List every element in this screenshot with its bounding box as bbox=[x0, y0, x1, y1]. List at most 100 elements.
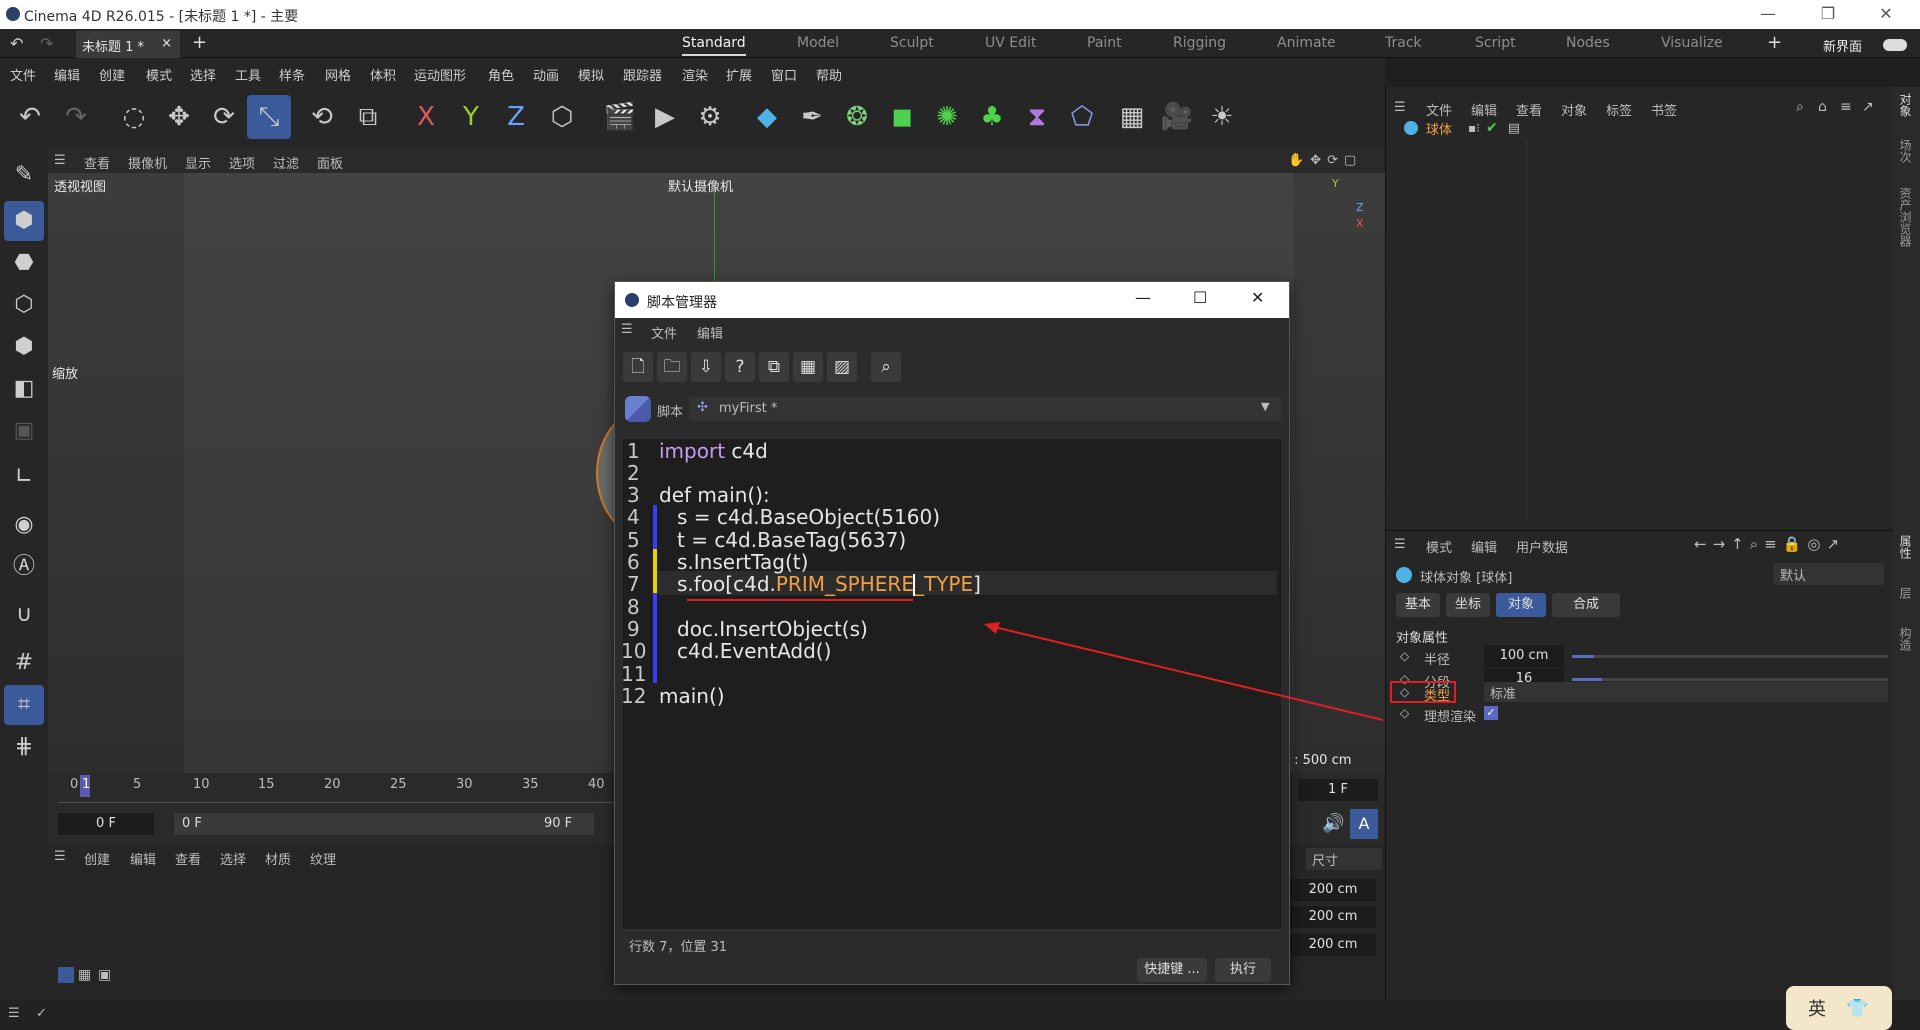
image-icon[interactable]: ▨ bbox=[827, 352, 857, 382]
enabled-check-icon[interactable]: ✔ bbox=[1486, 120, 1498, 136]
grid-view-icon[interactable]: ▦ bbox=[78, 967, 91, 983]
extrude-icon[interactable]: ◼ bbox=[880, 95, 924, 139]
coordinate-system-icon[interactable]: ⬡ bbox=[540, 95, 584, 139]
polygons-mode-icon[interactable]: ◧ bbox=[4, 369, 44, 409]
viewport-menu-cameras[interactable]: 摄像机 bbox=[128, 153, 167, 172]
size-x-field[interactable]: 200 cm bbox=[1290, 879, 1376, 901]
viewport-nav-icons[interactable]: ✋✥⟳▢ bbox=[1288, 153, 1362, 168]
material-menu-icon[interactable]: ☰ bbox=[54, 849, 66, 864]
menu-window[interactable]: 窗口 bbox=[771, 65, 797, 84]
tab-track[interactable]: Track bbox=[1385, 35, 1422, 51]
viewport-menu-options[interactable]: 选项 bbox=[229, 153, 255, 172]
workplane-icon[interactable]: # bbox=[4, 643, 44, 683]
menu-simulate[interactable]: 模拟 bbox=[578, 65, 604, 84]
dialog-minimize-button[interactable]: — bbox=[1135, 288, 1151, 307]
new-layout-label[interactable]: 新界面 bbox=[1823, 36, 1862, 55]
tab-script[interactable]: Script bbox=[1475, 35, 1516, 51]
dialog-close-button[interactable]: ✕ bbox=[1251, 288, 1264, 307]
frame-range-bar[interactable]: 0 F 90 F bbox=[174, 813, 594, 835]
add-layout-icon[interactable]: + bbox=[1767, 32, 1782, 53]
effector-icon[interactable]: ♣ bbox=[970, 95, 1014, 139]
viewport-menu-panel[interactable]: 面板 bbox=[317, 153, 343, 172]
render-settings-icon[interactable]: ⚙ bbox=[688, 95, 732, 139]
material-menu-material[interactable]: 材质 bbox=[265, 849, 291, 868]
menu-mode[interactable]: 模式 bbox=[146, 65, 172, 84]
size-dropdown[interactable]: 尺寸 bbox=[1306, 848, 1382, 870]
cloner-icon[interactable]: ✺ bbox=[925, 95, 969, 139]
menu-spline[interactable]: 样条 bbox=[279, 65, 305, 84]
tab-uv-edit[interactable]: UV Edit bbox=[985, 35, 1036, 51]
menu-tools[interactable]: 工具 bbox=[235, 65, 261, 84]
menu-animation[interactable]: 动画 bbox=[533, 65, 559, 84]
dialog-menu-file[interactable]: 文件 bbox=[651, 323, 677, 342]
tab-sculpt[interactable]: Sculpt bbox=[890, 35, 934, 51]
attr-menu-mode[interactable]: 模式 bbox=[1426, 537, 1452, 556]
list-view-icon[interactable] bbox=[58, 967, 74, 983]
help-icon[interactable]: ? bbox=[725, 352, 755, 382]
transform-icon[interactable]: ⟲ bbox=[300, 95, 344, 139]
menu-extensions[interactable]: 扩展 bbox=[726, 65, 752, 84]
ime-shirt-icon[interactable]: 👕 bbox=[1846, 998, 1868, 1019]
menu-mograph[interactable]: 运动图形 bbox=[414, 65, 466, 84]
tab-standard[interactable]: Standard bbox=[682, 35, 746, 56]
object-row-sphere[interactable]: 球体 ▪⁝ ✔ ▤ bbox=[1386, 117, 1894, 139]
deformer-icon[interactable]: ⧗ bbox=[1015, 95, 1059, 139]
render-perfect-checkbox[interactable]: ✓ bbox=[1484, 706, 1498, 720]
visibility-dots-icon[interactable]: ▪⁝ bbox=[1468, 121, 1480, 135]
new-script-icon[interactable]: 🗋 bbox=[623, 352, 653, 382]
edit-mode-icon[interactable]: ✎ bbox=[4, 155, 44, 195]
spline-pen-icon[interactable]: ✒ bbox=[790, 95, 834, 139]
minimize-button[interactable]: — bbox=[1758, 4, 1778, 24]
menu-help[interactable]: 帮助 bbox=[816, 65, 842, 84]
tab-phong[interactable]: 合成 bbox=[1552, 593, 1620, 617]
end-frame-field[interactable]: 1 F bbox=[1298, 779, 1378, 801]
z-axis-lock[interactable]: Z bbox=[494, 95, 538, 139]
menu-render[interactable]: 渲染 bbox=[682, 65, 708, 84]
browse-icon[interactable]: ⌕ bbox=[871, 352, 901, 382]
tab-rigging[interactable]: Rigging bbox=[1173, 35, 1226, 51]
scale-icon[interactable]: ⤡ bbox=[247, 95, 291, 139]
restore-button[interactable]: ❐ bbox=[1818, 4, 1838, 24]
autokey-icon[interactable]: A bbox=[1350, 809, 1378, 839]
side-tab-asset-browser[interactable]: 资产浏览器 bbox=[1897, 187, 1914, 247]
render-to-picture-viewer-icon[interactable]: ▶ bbox=[643, 95, 687, 139]
workplane-align-icon[interactable]: ⌗ bbox=[4, 685, 44, 725]
clapboard-icon[interactable]: ▦ bbox=[793, 352, 823, 382]
attr-menu-edit[interactable]: 编辑 bbox=[1471, 537, 1497, 556]
object-new-window-icon[interactable]: ↗ bbox=[1862, 99, 1874, 115]
menu-mesh[interactable]: 网格 bbox=[325, 65, 351, 84]
object-search-icon[interactable]: ⌕ bbox=[1796, 99, 1804, 115]
text-icon[interactable]: Ⓐ bbox=[4, 547, 44, 587]
python-tag-icon[interactable]: ▤ bbox=[1508, 121, 1520, 136]
shortcut-button[interactable]: 快捷键 ... bbox=[1137, 958, 1207, 982]
side-tab-attributes[interactable]: 属性 bbox=[1897, 535, 1914, 559]
object-name[interactable]: 球体 bbox=[1426, 119, 1452, 138]
tab-model[interactable]: Model bbox=[797, 35, 839, 51]
tab-coord[interactable]: 坐标 bbox=[1446, 593, 1490, 617]
side-tab-objects[interactable]: 对象 bbox=[1897, 93, 1914, 117]
prop-type-dropdown[interactable]: 标准 bbox=[1484, 682, 1888, 702]
tab-nodes[interactable]: Nodes bbox=[1566, 35, 1610, 51]
timeline-ruler[interactable]: 0 1 5 10 15 20 25 30 35 40 bbox=[58, 773, 618, 803]
undo-icon[interactable]: ↶ bbox=[8, 95, 52, 139]
object-menu-icon[interactable]: ☰ bbox=[1394, 100, 1406, 115]
object-filter-icon[interactable]: ≡ bbox=[1840, 99, 1852, 115]
attr-preset-dropdown[interactable]: 默认 bbox=[1774, 563, 1884, 585]
viewport-menu-icon[interactable]: ☰ bbox=[54, 153, 66, 168]
menu-character[interactable]: 角色 bbox=[488, 65, 514, 84]
model-mode-icon[interactable]: ⬢ bbox=[4, 201, 44, 241]
viewport-menu-view[interactable]: 查看 bbox=[84, 153, 110, 172]
viewport-menu-filter[interactable]: 过滤 bbox=[273, 153, 299, 172]
material-menu-texture[interactable]: 纹理 bbox=[310, 849, 336, 868]
light-icon[interactable]: ☀ bbox=[1200, 95, 1244, 139]
side-tab-structure[interactable]: 构造 bbox=[1897, 627, 1914, 651]
menu-select[interactable]: 选择 bbox=[190, 65, 216, 84]
undo-icon[interactable]: ↶ bbox=[10, 34, 23, 53]
subdivision-icon[interactable]: ❂ bbox=[835, 95, 879, 139]
edges-mode-icon[interactable]: ⬢ bbox=[4, 327, 44, 367]
tab-paint[interactable]: Paint bbox=[1087, 35, 1122, 51]
object-home-icon[interactable]: ⌂ bbox=[1818, 99, 1827, 115]
close-button[interactable]: ✕ bbox=[1876, 4, 1896, 24]
current-frame-field[interactable]: 0 F bbox=[58, 813, 154, 835]
tab-object[interactable]: 对象 bbox=[1496, 593, 1546, 617]
